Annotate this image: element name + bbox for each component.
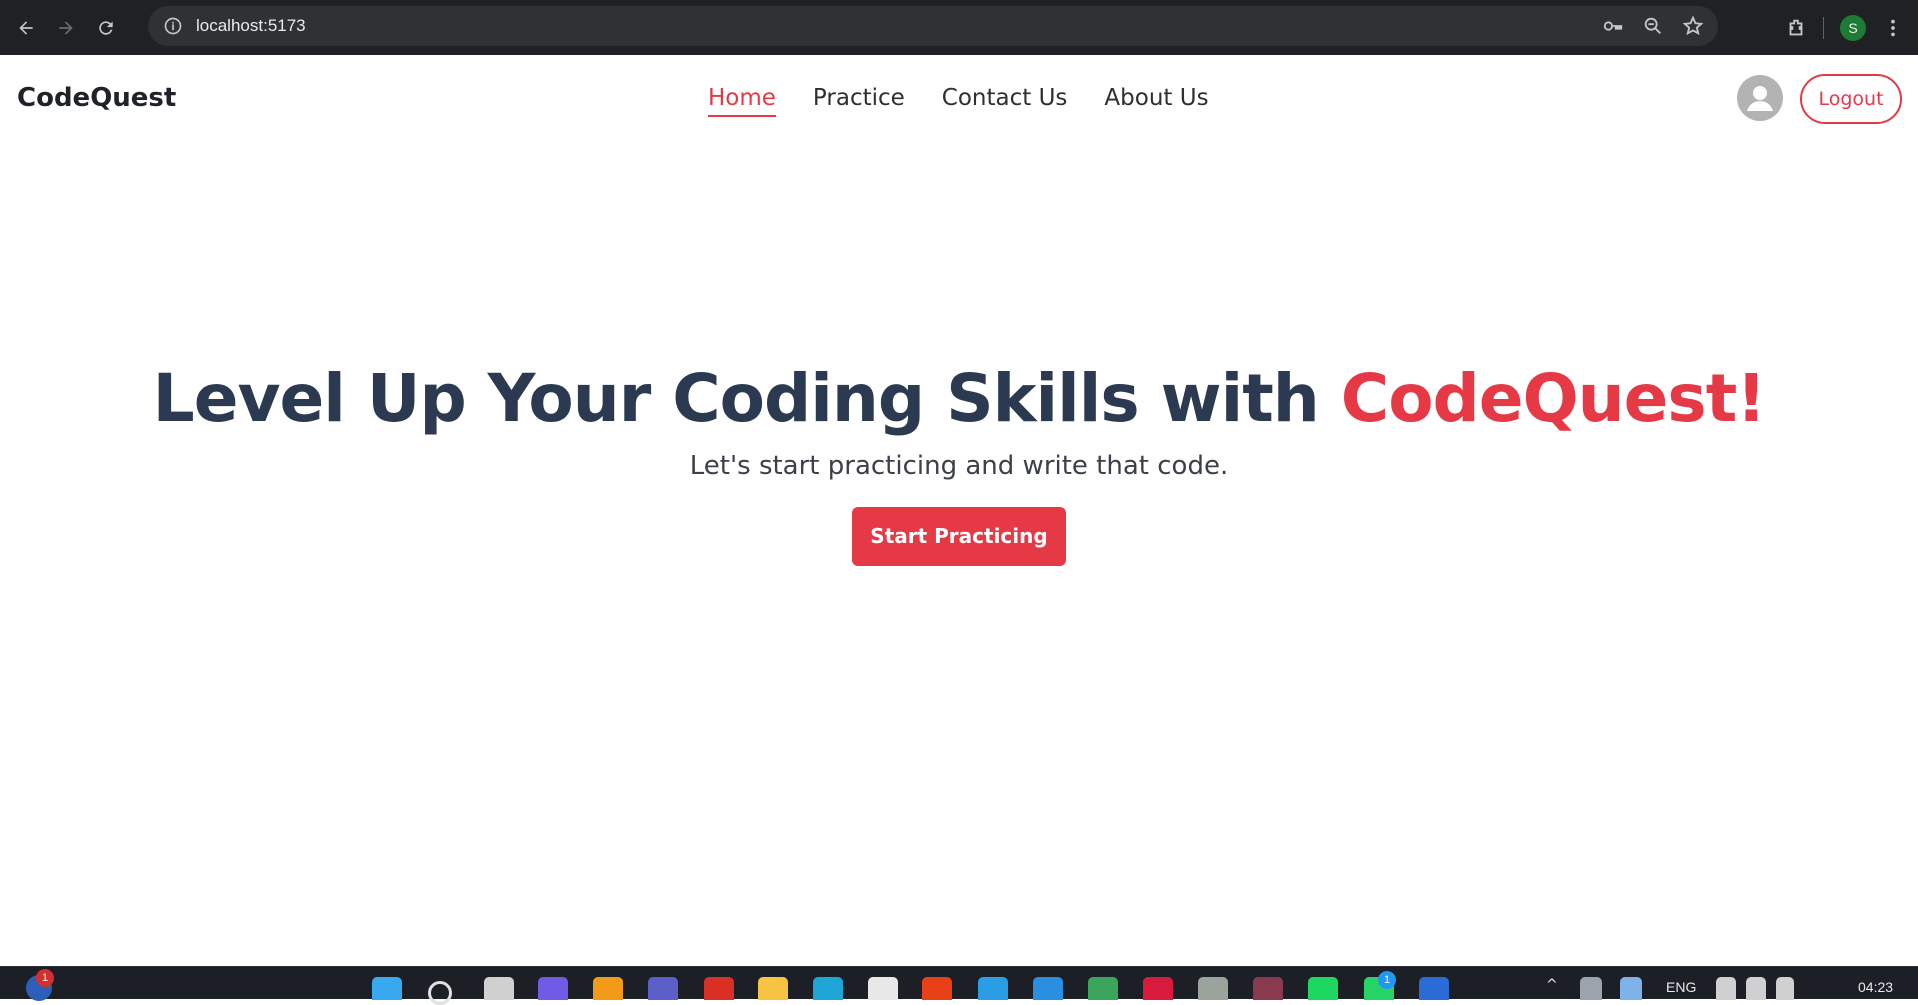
notification-badge: 1	[1378, 971, 1396, 989]
profile-avatar[interactable]: S	[1840, 14, 1866, 41]
nav-link-home[interactable]: Home	[708, 85, 776, 117]
nav-link-contact[interactable]: Contact Us	[942, 85, 1068, 117]
wifi-icon[interactable]	[1716, 977, 1736, 1000]
hero-title-prefix: Level Up Your Coding Skills with	[152, 360, 1341, 437]
app-green-icon[interactable]	[1198, 977, 1228, 1000]
edge-icon[interactable]	[813, 977, 843, 1000]
arrow-right-icon	[59, 20, 73, 35]
gmail-icon[interactable]	[704, 977, 734, 1000]
address-bar[interactable]: localhost:5173	[148, 6, 1718, 46]
site-info-icon[interactable]	[162, 15, 184, 37]
send-icon[interactable]	[1620, 977, 1642, 1000]
whatsapp-icon[interactable]: 1	[1364, 971, 1396, 1000]
toolbar-divider	[1823, 16, 1824, 39]
firefox-icon[interactable]	[593, 977, 623, 1000]
chrome-icon[interactable]	[1088, 977, 1118, 1000]
reload-button[interactable]	[92, 14, 120, 42]
star-icon[interactable]	[1682, 15, 1704, 37]
spotify-icon[interactable]	[1308, 977, 1338, 1000]
language-indicator[interactable]: ENG	[1666, 979, 1696, 995]
extensions-icon[interactable]	[1785, 17, 1807, 39]
logout-button[interactable]: Logout	[1800, 74, 1902, 124]
vscode-icon[interactable]	[1033, 977, 1063, 1000]
app-red-icon[interactable]	[1143, 977, 1173, 1000]
start-icon[interactable]	[372, 977, 402, 1000]
more-menu-icon[interactable]	[1882, 17, 1904, 39]
site-navbar: CodeQuest Home Practice Contact Us About…	[0, 55, 1918, 143]
teams-icon[interactable]	[648, 977, 678, 1000]
hero-subtitle: Let's start practicing and write that co…	[689, 451, 1229, 481]
site-logo[interactable]: CodeQuest	[17, 83, 176, 113]
arrow-left-icon	[19, 20, 33, 35]
hero-title: Level Up Your Coding Skills with CodeQue…	[0, 360, 1918, 437]
start-practicing-button[interactable]: Start Practicing	[852, 507, 1066, 566]
reload-icon	[99, 20, 113, 35]
git-app-icon[interactable]	[922, 977, 952, 1000]
search-icon[interactable]	[428, 981, 452, 1005]
store-icon[interactable]	[868, 977, 898, 1000]
onedrive-icon[interactable]	[1580, 977, 1602, 1000]
word-icon[interactable]	[1419, 977, 1449, 1000]
widgets-icon[interactable]: 1	[26, 969, 54, 1001]
browser-toolbar: localhost:5173 S	[0, 0, 1918, 55]
back-button[interactable]	[12, 14, 40, 42]
notification-badge: 1	[36, 969, 54, 987]
weather-icon[interactable]	[978, 977, 1008, 1000]
main-menu: Home Practice Contact Us About Us	[708, 85, 1209, 117]
nav-link-about[interactable]: About Us	[1104, 85, 1208, 117]
task-view-icon[interactable]	[484, 977, 514, 1000]
zoom-icon[interactable]	[1642, 15, 1664, 37]
user-avatar[interactable]	[1737, 75, 1783, 121]
key-icon[interactable]	[1602, 15, 1624, 37]
user-icon	[1747, 86, 1773, 111]
chevron-up-icon[interactable]: ^	[1546, 977, 1576, 1000]
url-text[interactable]: localhost:5173	[196, 16, 306, 36]
hero-title-accent: CodeQuest!	[1340, 360, 1767, 437]
app-pdf-icon[interactable]	[1253, 977, 1283, 1000]
battery-icon[interactable]	[1776, 977, 1794, 1000]
forward-button[interactable]	[52, 14, 80, 42]
nav-link-practice[interactable]: Practice	[813, 85, 905, 117]
os-taskbar: 1 1 ^ ENG 04:23	[0, 966, 1918, 1005]
file-explorer-icon[interactable]	[758, 977, 788, 1000]
clock[interactable]: 04:23	[1858, 979, 1893, 995]
volume-icon[interactable]	[1746, 977, 1766, 1000]
copilot-icon[interactable]	[538, 977, 568, 1000]
hero-section: Level Up Your Coding Skills with CodeQue…	[0, 360, 1918, 566]
